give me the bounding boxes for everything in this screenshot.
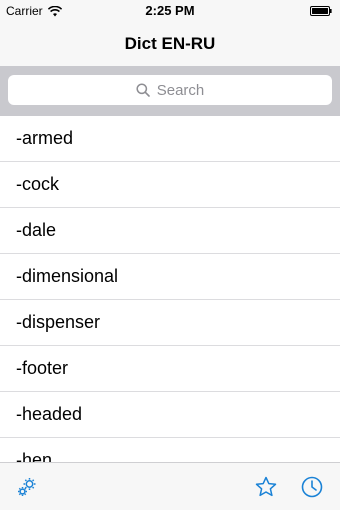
settings-button[interactable] bbox=[14, 474, 40, 500]
list-item-label: -dispenser bbox=[16, 312, 101, 332]
list-item-label: -dimensional bbox=[16, 266, 119, 286]
list-item[interactable]: -cock bbox=[0, 162, 340, 208]
list-item[interactable]: -dimensional bbox=[0, 254, 340, 300]
search-icon bbox=[136, 83, 150, 97]
star-icon bbox=[255, 476, 277, 497]
page-title: Dict EN-RU bbox=[124, 34, 216, 53]
status-time: 2:25 PM bbox=[145, 3, 195, 18]
list-item-label: -headed bbox=[16, 404, 83, 424]
list-item[interactable]: -hen bbox=[0, 438, 340, 462]
list-item-label: -armed bbox=[16, 128, 74, 148]
list-item[interactable]: -footer bbox=[0, 346, 340, 392]
history-button[interactable] bbox=[299, 474, 325, 500]
status-bar: Carrier 2:25 PM bbox=[0, 0, 340, 22]
search-placeholder: Search bbox=[156, 81, 205, 99]
list-item[interactable]: -headed bbox=[0, 392, 340, 438]
gears-icon bbox=[18, 478, 36, 496]
clock-icon bbox=[301, 476, 323, 498]
tab-bar bbox=[0, 462, 340, 510]
list-item-label: -hen bbox=[16, 450, 53, 462]
list-item[interactable]: -armed bbox=[0, 116, 340, 162]
list-item-label: -cock bbox=[16, 174, 60, 194]
list-item-label: -footer bbox=[16, 358, 69, 378]
list-item[interactable]: -dispenser bbox=[0, 300, 340, 346]
search-input[interactable]: Search bbox=[8, 75, 332, 105]
favorites-button[interactable] bbox=[253, 474, 279, 500]
search-bar: Search bbox=[0, 66, 340, 116]
word-list: -armed -cock -dale -dimensional -dispens… bbox=[0, 116, 340, 462]
list-item[interactable]: -dale bbox=[0, 208, 340, 254]
battery-icon bbox=[310, 6, 332, 16]
navigation-bar: Dict EN-RU bbox=[0, 22, 340, 66]
list-item-label: -dale bbox=[16, 220, 57, 240]
